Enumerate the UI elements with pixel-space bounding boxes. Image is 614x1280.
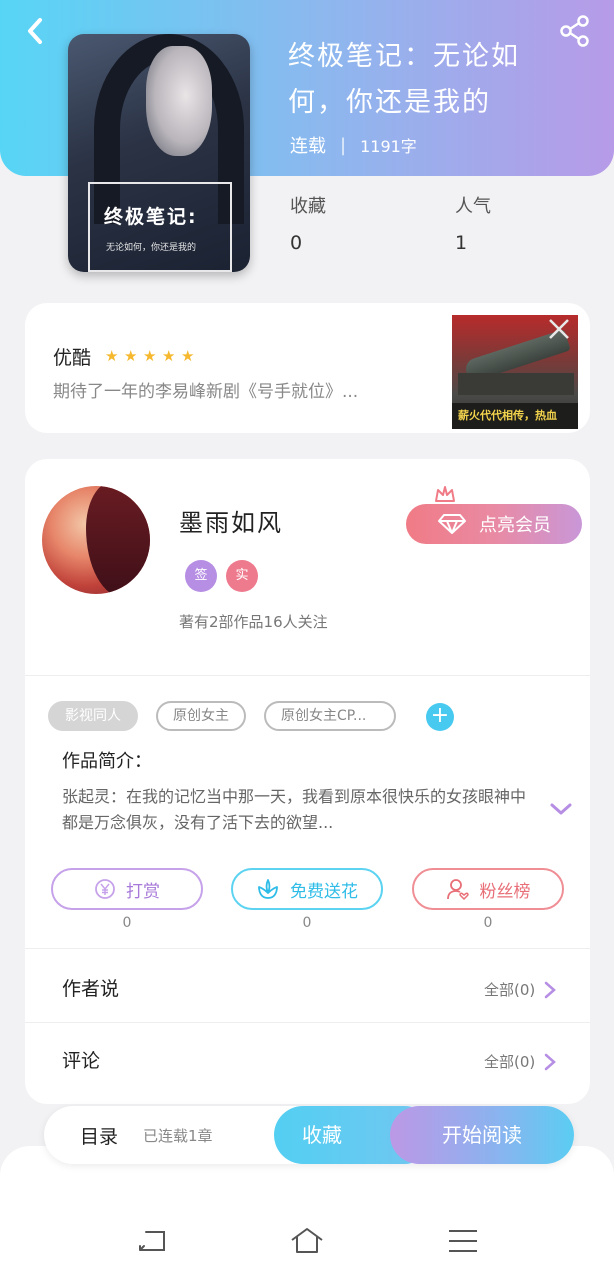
- author-name[interactable]: 墨雨如风: [179, 503, 283, 538]
- ad-brand: 优酷: [53, 347, 92, 369]
- ad-rating: ★ ★ ★ ★ ★: [105, 349, 196, 364]
- intro-label: 作品简介：: [62, 751, 152, 772]
- favorites-label: 收藏: [290, 196, 326, 217]
- tag-item[interactable]: 原创女主: [156, 701, 246, 731]
- favorites-stat: 收藏 0: [290, 192, 326, 254]
- ad-image-vehicle: [458, 373, 574, 395]
- book-cover[interactable]: 终极笔记: 无论如何，你还是我的: [68, 34, 250, 272]
- avatar-hair: [86, 486, 150, 594]
- bottom-action-bar: 目录 已连载1章 收藏 开始阅读: [44, 1106, 574, 1164]
- divider: [25, 1022, 590, 1023]
- back-nav-icon[interactable]: [136, 1226, 170, 1256]
- vip-button-label: 点亮会员: [479, 515, 551, 536]
- author-stats: 著有2部作品16人关注: [179, 613, 328, 631]
- ad-close-button[interactable]: [547, 317, 571, 341]
- cover-title: 终极笔记:: [104, 206, 198, 228]
- tip-button-label: 打赏: [126, 881, 160, 902]
- menu-nav-icon[interactable]: [446, 1226, 480, 1256]
- book-status-line: 连载 | 1191字: [290, 132, 417, 158]
- share-button[interactable]: [558, 14, 592, 48]
- ad-description: 期待了一年的李易峰新剧《号手就位》...: [53, 382, 359, 402]
- flower-count: 0: [302, 915, 312, 931]
- book-title: 终极笔记：无论如何，你还是我的: [288, 41, 520, 118]
- system-navigation-bar: [0, 1146, 614, 1280]
- word-count: 1191字: [360, 137, 417, 156]
- author-says-label: 作者说: [62, 978, 120, 1000]
- comments-all-link[interactable]: 全部(0): [484, 1051, 557, 1072]
- fans-ranking-button[interactable]: 粉丝榜: [412, 868, 564, 910]
- star-icon: ★: [124, 347, 138, 365]
- add-tag-button[interactable]: +: [426, 703, 454, 731]
- vip-button[interactable]: 点亮会员: [406, 504, 582, 544]
- cover-face: [146, 46, 212, 156]
- send-flower-label: 免费送花: [290, 881, 358, 902]
- back-button[interactable]: [18, 14, 52, 48]
- fans-icon: [446, 879, 469, 901]
- popularity-label: 人气: [455, 196, 491, 217]
- intro-text: 张起灵：在我的记忆当中那一天，我看到原本很快乐的女孩眼神中都是万念俱灰，没有了活…: [62, 787, 527, 832]
- toc-button[interactable]: 目录: [80, 1122, 118, 1149]
- ad-card[interactable]: 优酷 ★ ★ ★ ★ ★ 期待了一年的李易峰新剧《号手就位》... 薪火代代相传…: [25, 303, 590, 433]
- popularity-stat: 人气 1: [455, 192, 491, 254]
- tip-count: 0: [122, 915, 132, 931]
- signed-badge: 签: [185, 560, 217, 592]
- diamond-icon: [438, 514, 466, 534]
- tag-item[interactable]: 原创女主CP...: [264, 701, 396, 731]
- comments-label: 评论: [62, 1050, 101, 1072]
- verified-badge: 实: [226, 560, 258, 592]
- author-says-all-link[interactable]: 全部(0): [484, 979, 557, 1000]
- expand-intro-button[interactable]: [548, 799, 574, 819]
- chapter-progress: 已连载1章: [143, 1127, 213, 1145]
- send-flower-button[interactable]: 免费送花: [231, 868, 383, 910]
- tag-item[interactable]: 影视同人: [48, 701, 138, 731]
- star-icon: ★: [162, 347, 176, 365]
- ad-image-caption: 薪火代代相传，热血: [452, 403, 578, 429]
- fans-count: 0: [483, 915, 493, 931]
- yen-icon: [95, 879, 115, 899]
- divider: [25, 675, 590, 676]
- author-card: 墨雨如风 点亮会员 签 实 著有2部作品16人关注 影视同人 原创女主 原创女主…: [25, 459, 590, 1104]
- cover-subtitle: 无论如何，你还是我的: [106, 243, 197, 253]
- chevron-left-icon: [28, 18, 42, 44]
- chevron-right-icon: [545, 981, 557, 998]
- home-nav-icon[interactable]: [290, 1226, 324, 1256]
- close-icon: [549, 319, 569, 339]
- author-says-count: 全部(0): [484, 981, 536, 999]
- plus-icon: +: [430, 703, 450, 728]
- start-reading-button[interactable]: 开始阅读: [390, 1106, 574, 1164]
- crown-icon: [435, 486, 455, 502]
- author-avatar[interactable]: [42, 486, 150, 594]
- serial-status: 连载: [290, 136, 326, 157]
- tip-button[interactable]: 打赏: [51, 868, 203, 910]
- star-icon: ★: [143, 347, 157, 365]
- chevron-down-icon: [550, 803, 572, 815]
- divider: [25, 948, 590, 949]
- chevron-right-icon: [545, 1053, 557, 1070]
- popularity-value: 1: [455, 232, 468, 254]
- flower-icon: [258, 879, 278, 899]
- favorites-value: 0: [290, 232, 303, 254]
- comments-count: 全部(0): [484, 1053, 536, 1071]
- share-icon: [560, 15, 589, 47]
- star-icon: ★: [181, 347, 195, 365]
- star-icon: ★: [105, 347, 119, 365]
- fans-ranking-label: 粉丝榜: [479, 881, 531, 902]
- tag-list: 影视同人 原创女主 原创女主CP...: [48, 701, 396, 731]
- separator: |: [340, 134, 347, 156]
